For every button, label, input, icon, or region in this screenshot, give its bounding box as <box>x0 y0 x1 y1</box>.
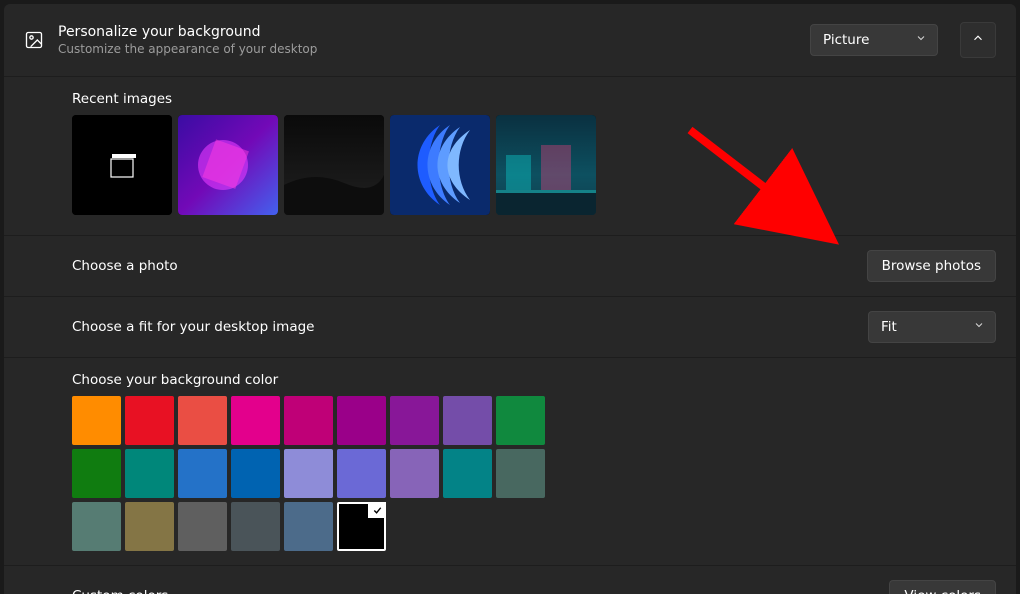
color-swatch[interactable] <box>284 449 333 498</box>
color-swatch[interactable] <box>231 449 280 498</box>
chevron-down-icon <box>915 32 927 48</box>
view-colors-button[interactable]: View colors <box>889 580 996 594</box>
dropdown-value: Fit <box>881 319 897 335</box>
color-swatch[interactable] <box>178 502 227 551</box>
chevron-down-icon <box>973 319 985 335</box>
personalize-header: Personalize your background Customize th… <box>4 4 1016 77</box>
color-swatch[interactable] <box>178 449 227 498</box>
fit-dropdown[interactable]: Fit <box>868 311 996 343</box>
collapse-button[interactable] <box>960 22 996 58</box>
color-swatch[interactable] <box>337 502 386 551</box>
color-swatch[interactable] <box>496 449 545 498</box>
color-swatch[interactable] <box>72 502 121 551</box>
recent-image-thumb[interactable] <box>390 115 490 215</box>
browse-photos-button[interactable]: Browse photos <box>867 250 996 282</box>
check-icon <box>368 502 386 518</box>
recent-images-label: Recent images <box>72 91 996 107</box>
color-swatch[interactable] <box>72 396 121 445</box>
color-swatch[interactable] <box>125 396 174 445</box>
color-swatch[interactable] <box>125 449 174 498</box>
recent-images-section: Recent images <box>4 77 1016 236</box>
color-swatch[interactable] <box>231 502 280 551</box>
color-swatch[interactable] <box>231 396 280 445</box>
choose-photo-section: Choose a photo Browse photos <box>4 236 1016 297</box>
custom-colors-label: Custom colors <box>72 588 168 594</box>
color-swatch[interactable] <box>125 502 174 551</box>
recent-image-thumb[interactable] <box>284 115 384 215</box>
bg-color-label: Choose your background color <box>72 372 996 388</box>
header-subtitle: Customize the appearance of your desktop <box>58 42 796 56</box>
color-swatch[interactable] <box>443 449 492 498</box>
color-swatch[interactable] <box>496 396 545 445</box>
color-swatch[interactable] <box>390 449 439 498</box>
color-swatch[interactable] <box>443 396 492 445</box>
recent-image-thumb[interactable] <box>72 115 172 215</box>
dropdown-value: Picture <box>823 32 869 48</box>
recent-image-thumb[interactable] <box>178 115 278 215</box>
recent-image-thumb[interactable] <box>496 115 596 215</box>
picture-icon <box>24 30 44 50</box>
color-swatch[interactable] <box>337 396 386 445</box>
color-swatch[interactable] <box>284 396 333 445</box>
color-swatch[interactable] <box>178 396 227 445</box>
chevron-up-icon <box>971 31 985 49</box>
color-swatch[interactable] <box>390 396 439 445</box>
fit-label: Choose a fit for your desktop image <box>72 319 314 335</box>
fit-section: Choose a fit for your desktop image Fit <box>4 297 1016 358</box>
bg-color-section: Choose your background color <box>4 358 1016 566</box>
header-title: Personalize your background <box>58 24 796 40</box>
color-swatch[interactable] <box>284 502 333 551</box>
color-swatch[interactable] <box>72 449 121 498</box>
color-swatch[interactable] <box>337 449 386 498</box>
choose-photo-label: Choose a photo <box>72 258 178 274</box>
background-type-dropdown[interactable]: Picture <box>810 24 938 56</box>
custom-colors-section: Custom colors View colors <box>4 566 1016 594</box>
